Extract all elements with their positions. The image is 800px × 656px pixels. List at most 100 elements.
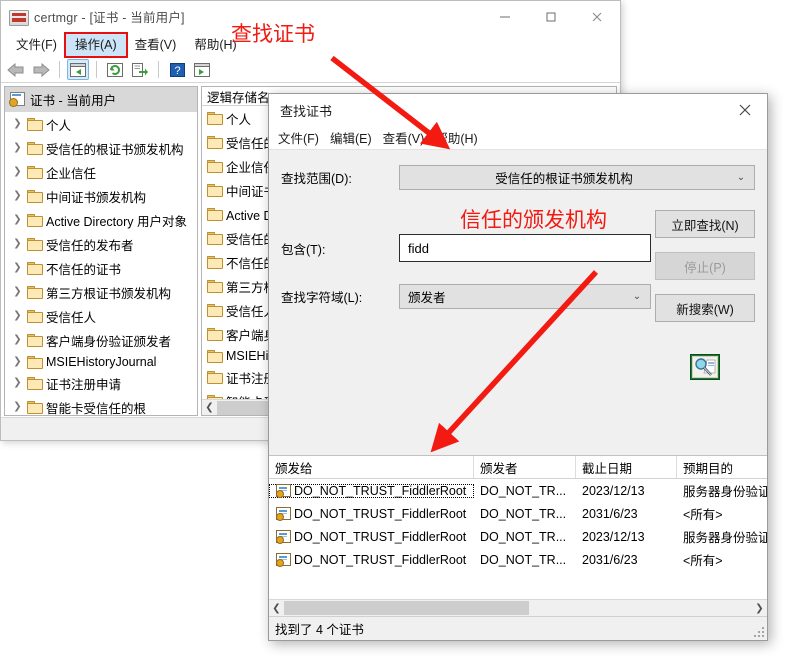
folder-icon [207,160,223,173]
table-row[interactable]: DO_NOT_TRUST_FiddlerRoot DO_NOT_TR... 20… [269,502,767,525]
find-now-button[interactable]: 立即查找(N) [655,210,755,238]
contains-input[interactable]: fidd [399,234,651,262]
folder-icon [27,355,43,369]
console-tree-pane[interactable]: 证书 - 当前用户 ❯ 个人 ❯ 受信任的根证书颁发机构 ❯ 企业信任 ❯ 中间证书颁发… [4,86,198,416]
folder-icon [27,286,43,299]
resize-grip-icon[interactable] [753,626,764,637]
cell-issued-to: DO_NOT_TRUST_FiddlerRoot [269,553,474,567]
tree-item-smart-card-trusted-roots[interactable]: ❯ 智能卡受信任的根 [5,395,197,415]
folder-icon [27,310,43,323]
dialog-menu-edit[interactable]: 编辑(E) [330,126,383,149]
menu-action[interactable]: 操作(A) [63,31,128,58]
folder-icon [27,238,43,251]
tree-root-certificates[interactable]: 证书 - 当前用户 [5,87,197,112]
chevron-right-icon[interactable]: ❯ [12,311,23,321]
column-intended-purpose[interactable]: 预期目的 [677,456,767,478]
chevron-right-icon[interactable]: ❯ [12,356,23,367]
tree-item-personal[interactable]: ❯ 个人 [5,112,197,136]
cell-issued-to: DO_NOT_TRUST_FiddlerRoot [269,483,474,498]
chevron-down-icon[interactable]: ⌄ [728,172,754,183]
chevron-right-icon[interactable]: ❯ [12,287,23,297]
column-expiry-date[interactable]: 截止日期 [576,456,677,478]
tree-item-trusted-people[interactable]: ❯ 受信任人 [5,304,197,328]
chevron-right-icon[interactable]: ❯ [12,402,23,412]
tree-item-active-directory-user-object[interactable]: ❯ Active Directory 用户对象 [5,208,197,232]
chevron-right-icon[interactable]: ❯ [12,167,23,177]
dialog-close-button[interactable] [722,94,767,126]
folder-icon [207,256,223,269]
dialog-menu-help[interactable]: 帮助(H) [435,126,488,149]
close-button[interactable] [574,1,620,32]
chevron-right-icon[interactable]: ❯ [12,143,23,153]
cell-purpose: <所有> [683,554,723,568]
table-row[interactable]: DO_NOT_TRUST_FiddlerRoot DO_NOT_TR... 20… [269,479,767,502]
window-controls [482,1,620,32]
folder-icon [27,190,43,203]
search-results-list[interactable]: 颁发给 颁发者 截止日期 预期目的 DO_NOT_TRUST_FiddlerRo… [269,455,767,616]
help-icon[interactable]: ? [166,59,188,80]
tree-item-label: 不信任的证书 [46,262,122,277]
certificate-icon [275,553,291,567]
back-icon[interactable] [5,59,27,80]
menu-file[interactable]: 文件(F) [7,34,66,56]
maximize-button[interactable] [528,1,574,32]
toolbar-separator-1 [59,61,60,78]
scroll-left-icon[interactable]: ❮ [269,601,284,616]
chevron-right-icon[interactable]: ❯ [12,191,23,201]
tree-item-untrusted-certificates[interactable]: ❯ 不信任的证书 [5,256,197,280]
svg-text:?: ? [174,65,180,77]
column-issued-by[interactable]: 颁发者 [474,456,576,478]
tree-item-third-party-root-ca[interactable]: ❯ 第三方根证书颁发机构 [5,280,197,304]
export-list-icon[interactable] [129,59,151,80]
chevron-right-icon[interactable]: ❯ [12,263,23,273]
column-issued-to[interactable]: 颁发给 [269,456,474,478]
chevron-right-icon[interactable]: ❯ [12,119,23,129]
scrollbar-thumb[interactable] [284,601,529,615]
minimize-button[interactable] [482,1,528,32]
tree-item-intermediate-ca[interactable]: ❯ 中间证书颁发机构 [5,184,197,208]
main-titlebar: certmgr - [证书 - 当前用户] [1,1,620,32]
forward-icon[interactable] [30,59,52,80]
new-search-button[interactable]: 新搜索(W) [655,294,755,322]
certificate-icon [275,507,291,521]
scroll-right-icon[interactable]: ❯ [752,601,767,616]
tree-item-msie-history-journal[interactable]: ❯ MSIEHistoryJournal [5,352,197,371]
stop-button[interactable]: 停止(P) [655,252,755,280]
column-logical-store-name: 逻辑存储名 [207,90,270,105]
contains-row: 包含(T): fidd [281,234,651,262]
menu-help[interactable]: 帮助(H) [185,34,245,56]
dialog-titlebar: 查找证书 [269,94,767,126]
folder-icon [27,401,43,414]
search-field-value: 颁发者 [408,291,446,305]
tree-item-trusted-root-ca[interactable]: ❯ 受信任的根证书颁发机构 [5,136,197,160]
chevron-right-icon[interactable]: ❯ [12,378,23,388]
folder-icon [27,377,43,390]
cell-issued-to: DO_NOT_TRUST_FiddlerRoot [269,530,474,544]
chevron-right-icon[interactable]: ❯ [12,335,23,345]
refresh-icon[interactable] [104,59,126,80]
menu-view[interactable]: 查看(V) [126,34,186,56]
chevron-down-icon[interactable]: ⌄ [624,291,650,302]
dialog-menu-file[interactable]: 文件(F) [278,126,330,149]
results-horizontal-scrollbar[interactable]: ❮ ❯ [269,599,767,616]
tree-items: ❯ 个人 ❯ 受信任的根证书颁发机构 ❯ 企业信任 ❯ 中间证书颁发机构 ❯ Active… [5,112,197,415]
folder-icon [207,349,223,363]
dialog-menu-view[interactable]: 查看(V) [383,126,436,149]
chevron-right-icon[interactable]: ❯ [12,215,23,225]
tree-item-client-auth-issuers[interactable]: ❯ 客户端身份验证颁发者 [5,328,197,352]
tree-item-certificate-enrollment-requests[interactable]: ❯ 证书注册申请 [5,371,197,395]
scroll-left-icon[interactable]: ❮ [202,400,217,415]
dialog-menubar: 文件(F) 编辑(E) 查看(V) 帮助(H) [269,126,767,150]
tree-item-enterprise-trust[interactable]: ❯ 企业信任 [5,160,197,184]
scope-select[interactable]: 受信任的根证书颁发机构 ⌄ [399,165,755,190]
properties-icon[interactable] [191,59,213,80]
tree-item-trusted-publishers[interactable]: ❯ 受信任的发布者 [5,232,197,256]
show-hide-tree-icon[interactable] [67,59,89,80]
results-column-header: 颁发给 颁发者 截止日期 预期目的 [269,456,767,479]
main-menubar: 文件(F) 操作(A) 查看(V) 帮助(H) [1,31,620,58]
table-row[interactable]: DO_NOT_TRUST_FiddlerRoot DO_NOT_TR... 20… [269,525,767,548]
results-empty-area [269,571,767,599]
chevron-right-icon[interactable]: ❯ [12,239,23,249]
search-field-select[interactable]: 颁发者 ⌄ [399,284,651,309]
table-row[interactable]: DO_NOT_TRUST_FiddlerRoot DO_NOT_TR... 20… [269,548,767,571]
